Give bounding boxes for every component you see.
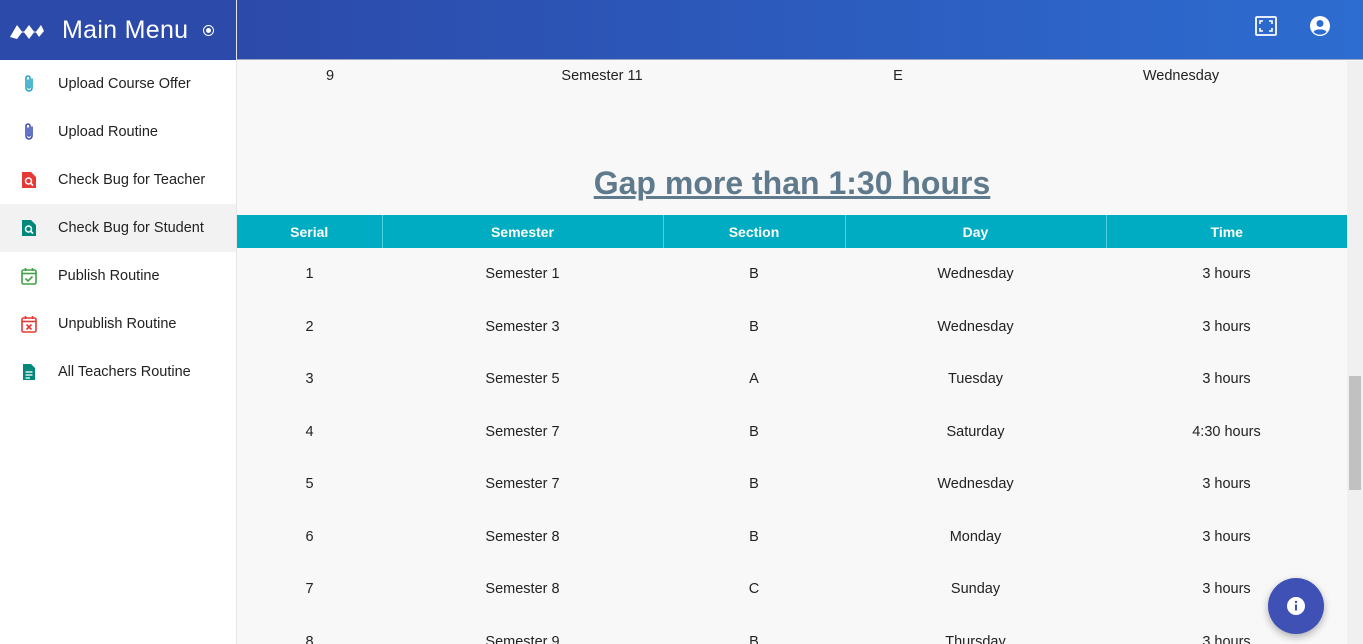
column-header-serial: Serial: [237, 215, 383, 248]
info-fab-button[interactable]: [1268, 578, 1324, 634]
sidebar-item-label: Upload Course Offer: [58, 76, 191, 92]
sidebar-item-upload-routine[interactable]: Upload Routine: [0, 108, 236, 156]
page-scrollbar[interactable]: [1347, 61, 1363, 644]
sidebar-nav: Upload Course Offer Upload Routine Check…: [0, 60, 236, 396]
sidebar: Main Menu Upload Course Offer Upload Rou…: [0, 0, 237, 644]
sidebar-item-label: Check Bug for Student: [58, 220, 204, 236]
top-app-bar: [237, 0, 1363, 60]
cell-semester: Semester 8: [485, 581, 560, 598]
cell-time: 3 hours: [1202, 476, 1251, 493]
cell-day: Wednesday: [937, 266, 1014, 283]
table-row: 5 Semester 7 B Wednesday 3 hours: [237, 458, 1347, 511]
cell-semester: Semester 5: [485, 371, 560, 388]
cell-day: Monday: [949, 528, 1002, 545]
table-row: 1 Semester 1 B Wednesday 3 hours: [237, 248, 1347, 301]
cell-time: 3 hours: [1202, 528, 1251, 545]
cell-time: 3 hours: [1202, 266, 1251, 283]
cell-section: C: [748, 581, 760, 598]
cell-day: Wednesday: [937, 476, 1014, 493]
cell-day: Thursday: [945, 633, 1006, 644]
table-row: 7 Semester 8 C Sunday 3 hours: [237, 563, 1347, 616]
table-row: 4 Semester 7 B Saturday 4:30 hours: [237, 406, 1347, 459]
info-icon: [1287, 597, 1305, 615]
prev-serial: 9: [325, 68, 335, 84]
cell-semester: Semester 1: [485, 266, 560, 283]
cell-day: Wednesday: [937, 318, 1014, 335]
sidebar-item-unpublish-routine[interactable]: Unpublish Routine: [0, 300, 236, 348]
previous-table-row: 9 Semester 11 E Wednesday: [237, 61, 1347, 93]
sidebar-toggle-radio-icon[interactable]: [203, 24, 215, 36]
table-header-row: Serial Semester Section Day Time: [237, 215, 1347, 248]
prev-semester: Semester 11: [561, 68, 643, 84]
app-logo-icon: [10, 25, 44, 39]
cell-section: B: [749, 528, 759, 545]
table-row: 6 Semester 8 B Monday 3 hours: [237, 511, 1347, 564]
cell-day: Sunday: [950, 581, 1001, 598]
sidebar-item-publish-routine[interactable]: Publish Routine: [0, 252, 236, 300]
cell-time: 3 hours: [1202, 371, 1251, 388]
file-document-icon: [20, 362, 38, 382]
sidebar-item-label: All Teachers Routine: [58, 364, 191, 380]
column-header-semester: Semester: [382, 215, 664, 248]
paperclip-icon: [20, 122, 38, 142]
cell-semester: Semester 7: [485, 423, 560, 440]
column-header-day: Day: [845, 215, 1107, 248]
cell-serial: 4: [305, 423, 314, 440]
cell-section: B: [749, 266, 759, 283]
brand-header: Main Menu: [0, 0, 236, 60]
main-content: 9 Semester 11 E Wednesday Gap more than …: [237, 61, 1347, 644]
table-row: 8 Semester 9 B Thursday 3 hours: [237, 616, 1347, 644]
cell-semester: Semester 7: [485, 476, 560, 493]
cell-serial: 6: [305, 528, 314, 545]
scrollbar-thumb[interactable]: [1349, 376, 1361, 490]
gap-table: Serial Semester Section Day Time 1 Semes…: [237, 215, 1347, 644]
cell-section: B: [749, 633, 759, 644]
cell-semester: Semester 8: [485, 528, 560, 545]
cell-serial: 1: [305, 266, 314, 283]
cell-serial: 5: [305, 476, 314, 493]
column-header-section: Section: [663, 215, 846, 248]
cell-section: A: [749, 371, 759, 388]
account-circle-icon[interactable]: [1308, 14, 1332, 38]
sidebar-item-check-bug-teacher[interactable]: Check Bug for Teacher: [0, 156, 236, 204]
cell-time: 4:30 hours: [1192, 423, 1261, 440]
sidebar-item-label: Unpublish Routine: [58, 316, 177, 332]
cell-time: 3 hours: [1202, 318, 1251, 335]
paperclip-icon: [20, 74, 38, 94]
column-header-time: Time: [1106, 215, 1347, 248]
file-search-icon: [20, 170, 38, 190]
cell-section: B: [749, 476, 759, 493]
cell-section: B: [749, 423, 759, 440]
cell-day: Saturday: [946, 423, 1005, 440]
cell-serial: 7: [305, 581, 314, 598]
table-row: 2 Semester 3 B Wednesday 3 hours: [237, 301, 1347, 354]
cell-semester: Semester 9: [485, 633, 560, 644]
sidebar-item-upload-course-offer[interactable]: Upload Course Offer: [0, 60, 236, 108]
sidebar-item-label: Publish Routine: [58, 268, 160, 284]
fullscreen-icon[interactable]: [1254, 14, 1278, 38]
sidebar-item-all-teachers-routine[interactable]: All Teachers Routine: [0, 348, 236, 396]
calendar-remove-icon: [20, 314, 38, 334]
sidebar-item-label: Check Bug for Teacher: [58, 172, 206, 188]
file-search-icon: [20, 218, 38, 238]
prev-section: E: [893, 68, 903, 84]
gap-section-title: Gap more than 1:30 hours: [593, 165, 991, 201]
table-row: 3 Semester 5 A Tuesday 3 hours: [237, 353, 1347, 406]
sidebar-item-label: Upload Routine: [58, 124, 158, 140]
calendar-check-icon: [20, 266, 38, 286]
main-menu-title: Main Menu: [62, 15, 189, 44]
cell-day: Tuesday: [947, 371, 1004, 388]
prev-day: Wednesday: [1142, 68, 1220, 84]
cell-serial: 2: [305, 318, 314, 335]
cell-serial: 3: [305, 371, 314, 388]
cell-serial: 8: [305, 633, 314, 644]
cell-semester: Semester 3: [485, 318, 560, 335]
sidebar-item-check-bug-student[interactable]: Check Bug for Student: [0, 204, 236, 252]
cell-section: B: [749, 318, 759, 335]
